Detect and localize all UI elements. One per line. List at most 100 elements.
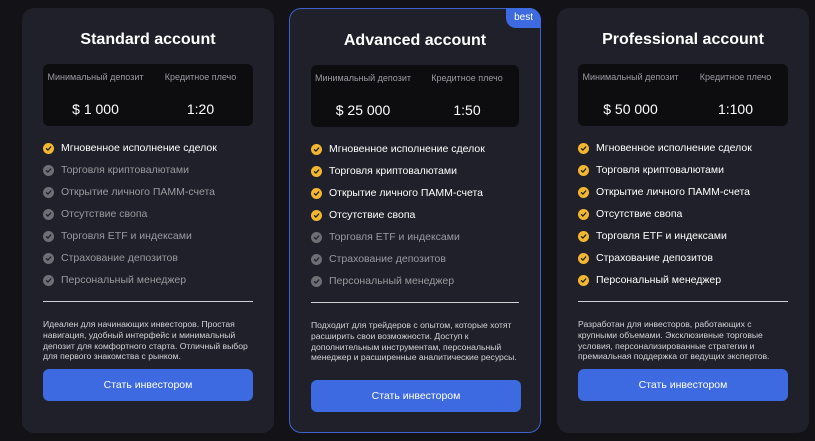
feature-text: Мгновенное исполнение сделок — [596, 142, 752, 154]
deposit-stat: Минимальный депозит $ 50 000 — [578, 72, 683, 126]
feature-item: Страхование депозитов — [43, 247, 253, 269]
check-icon — [311, 275, 322, 287]
feature-item: Отсутствие свопа — [43, 203, 253, 225]
feature-text: Торговля ETF и индексами — [61, 230, 192, 242]
plan-card-standard: Standard account Минимальный депозит $ 1… — [22, 8, 274, 433]
plan-title: Standard account — [80, 31, 216, 48]
leverage-label: Кредитное плечо — [164, 72, 237, 82]
feature-item: Мгновенное исполнение сделок — [43, 137, 253, 159]
feature-item: Персональный менеджер — [311, 270, 519, 292]
become-investor-button[interactable]: Стать инвестором — [578, 369, 788, 401]
feature-text: Персональный менеджер — [329, 275, 455, 287]
check-icon — [578, 208, 589, 220]
feature-item: Отсутствие свопа — [578, 203, 788, 225]
feature-text: Открытие личного ПАММ-счета — [596, 186, 751, 198]
feature-item: Торговля ETF и индексами — [43, 225, 253, 247]
check-icon — [311, 187, 322, 199]
feature-item: Персональный менеджер — [578, 269, 788, 291]
feature-list: Мгновенное исполнение сделок Торговля кри… — [311, 138, 519, 292]
feature-item: Открытие личного ПАММ-счета — [578, 181, 788, 203]
feature-item: Торговля ETF и индексами — [578, 225, 788, 247]
check-icon — [311, 143, 322, 155]
best-badge: best — [506, 8, 541, 28]
plan-description: Разработан для инвесторов, работающих с … — [578, 319, 770, 362]
plan-stats: Минимальный депозит $ 1 000 Кредитное пл… — [43, 64, 253, 126]
feature-text: Страхование депозитов — [329, 253, 446, 265]
divider — [43, 301, 253, 302]
deposit-value: $ 25 000 — [335, 102, 391, 118]
check-icon — [578, 142, 589, 154]
deposit-label: Минимальный депозит — [582, 72, 679, 82]
check-icon — [43, 252, 54, 264]
deposit-label: Минимальный депозит — [315, 73, 411, 83]
check-icon — [578, 186, 589, 198]
plan-title: Professional account — [602, 31, 764, 48]
feature-text: Мгновенное исполнение сделок — [329, 143, 485, 155]
feature-text: Отсутствие свопа — [61, 208, 148, 220]
check-icon — [43, 274, 54, 286]
leverage-value: 1:100 — [717, 101, 754, 117]
feature-list: Мгновенное исполнение сделок Торговля кри… — [43, 137, 253, 291]
become-investor-button[interactable]: Стать инвестором — [311, 380, 521, 412]
check-icon — [578, 164, 589, 176]
plan-card-advanced: best Advanced account Минимальный депози… — [289, 8, 541, 433]
feature-item: Персональный менеджер — [43, 269, 253, 291]
feature-text: Персональный менеджер — [596, 274, 722, 286]
deposit-stat: Минимальный депозит $ 25 000 — [311, 73, 415, 127]
feature-text: Торговля криптовалютами — [596, 164, 724, 176]
check-icon — [578, 252, 589, 264]
feature-text: Персональный менеджер — [61, 274, 187, 286]
check-icon — [311, 209, 322, 221]
check-icon — [43, 208, 54, 220]
leverage-stat: Кредитное плечо 1:50 — [415, 73, 519, 127]
leverage-value: 1:20 — [186, 101, 215, 117]
leverage-label: Кредитное плечо — [699, 72, 772, 82]
plan-stats: Минимальный депозит $ 50 000 Кредитное п… — [578, 64, 788, 126]
check-icon — [311, 165, 322, 177]
feature-text: Открытие личного ПАММ-счета — [61, 186, 216, 198]
feature-text: Торговля ETF и индексами — [329, 231, 460, 243]
feature-item: Открытие личного ПАММ-счета — [43, 181, 253, 203]
feature-item: Торговля криптовалютами — [311, 160, 519, 182]
plan-title: Advanced account — [343, 32, 487, 49]
feature-text: Мгновенное исполнение сделок — [61, 142, 217, 154]
become-investor-button[interactable]: Стать инвестором — [43, 369, 253, 401]
feature-item: Торговля ETF и индексами — [311, 226, 519, 248]
plan-description: Подходит для трейдеров с опытом, которые… — [311, 320, 517, 363]
deposit-label: Минимальный депозит — [47, 72, 144, 82]
check-icon — [578, 274, 589, 286]
feature-text: Страхование депозитов — [61, 252, 178, 264]
plan-stats: Минимальный депозит $ 25 000 Кредитное п… — [311, 65, 519, 127]
check-icon — [43, 164, 54, 176]
leverage-stat: Кредитное плечо 1:100 — [683, 72, 788, 126]
feature-text: Отсутствие свопа — [596, 208, 683, 220]
feature-item: Страхование депозитов — [578, 247, 788, 269]
feature-item: Страхование депозитов — [311, 248, 519, 270]
feature-item: Мгновенное исполнение сделок — [578, 137, 788, 159]
check-icon — [43, 186, 54, 198]
check-icon — [311, 231, 322, 243]
feature-item: Отсутствие свопа — [311, 204, 519, 226]
feature-item: Открытие личного ПАММ-счета — [311, 182, 519, 204]
leverage-label: Кредитное плечо — [431, 73, 503, 83]
feature-item: Торговля криптовалютами — [43, 159, 253, 181]
plan-description: Идеален для начинающих инвесторов. Прост… — [43, 319, 248, 362]
plan-card-professional: Professional account Минимальный депозит… — [557, 8, 809, 433]
feature-text: Торговля криптовалютами — [61, 164, 189, 176]
feature-item: Торговля криптовалютами — [578, 159, 788, 181]
check-icon — [311, 253, 322, 265]
leverage-stat: Кредитное плечо 1:20 — [148, 72, 253, 126]
divider — [311, 302, 519, 303]
feature-item: Мгновенное исполнение сделок — [311, 138, 519, 160]
feature-text: Страхование депозитов — [596, 252, 713, 264]
check-icon — [43, 142, 54, 154]
divider — [578, 301, 788, 302]
feature-text: Торговля ETF и индексами — [596, 230, 727, 242]
deposit-value: $ 50 000 — [603, 101, 658, 117]
feature-text: Отсутствие свопа — [329, 209, 416, 221]
feature-text: Торговля криптовалютами — [329, 165, 457, 177]
check-icon — [578, 230, 589, 242]
deposit-stat: Минимальный депозит $ 1 000 — [43, 72, 148, 126]
feature-list: Мгновенное исполнение сделок Торговля кри… — [578, 137, 788, 291]
check-icon — [43, 230, 54, 242]
